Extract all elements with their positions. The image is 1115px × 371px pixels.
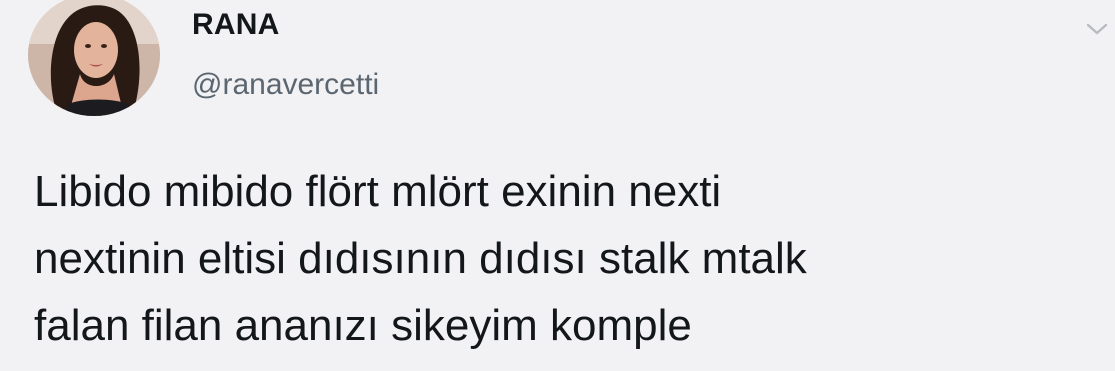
tweet-text-line: nextinin eltisi dıdısının dıdısı stalk m… [34, 234, 807, 283]
avatar[interactable] [28, 0, 160, 116]
tweet-menu-button[interactable] [1080, 14, 1114, 44]
tweet-text-line: falan filan ananızı sikeyim komple [34, 301, 692, 350]
chevron-down-icon [1086, 23, 1108, 35]
author-display-name[interactable]: RANA [192, 8, 279, 42]
tweet-card: RANA @ranavercetti Libido mibido flört m… [0, 0, 1115, 371]
tweet-text: Libido mibido flört mlört exinin nexti n… [34, 158, 1094, 359]
profile-photo [28, 0, 160, 116]
author-handle[interactable]: @ranavercetti [192, 68, 379, 102]
tweet-text-line: Libido mibido flört mlört exinin nexti [34, 167, 722, 216]
